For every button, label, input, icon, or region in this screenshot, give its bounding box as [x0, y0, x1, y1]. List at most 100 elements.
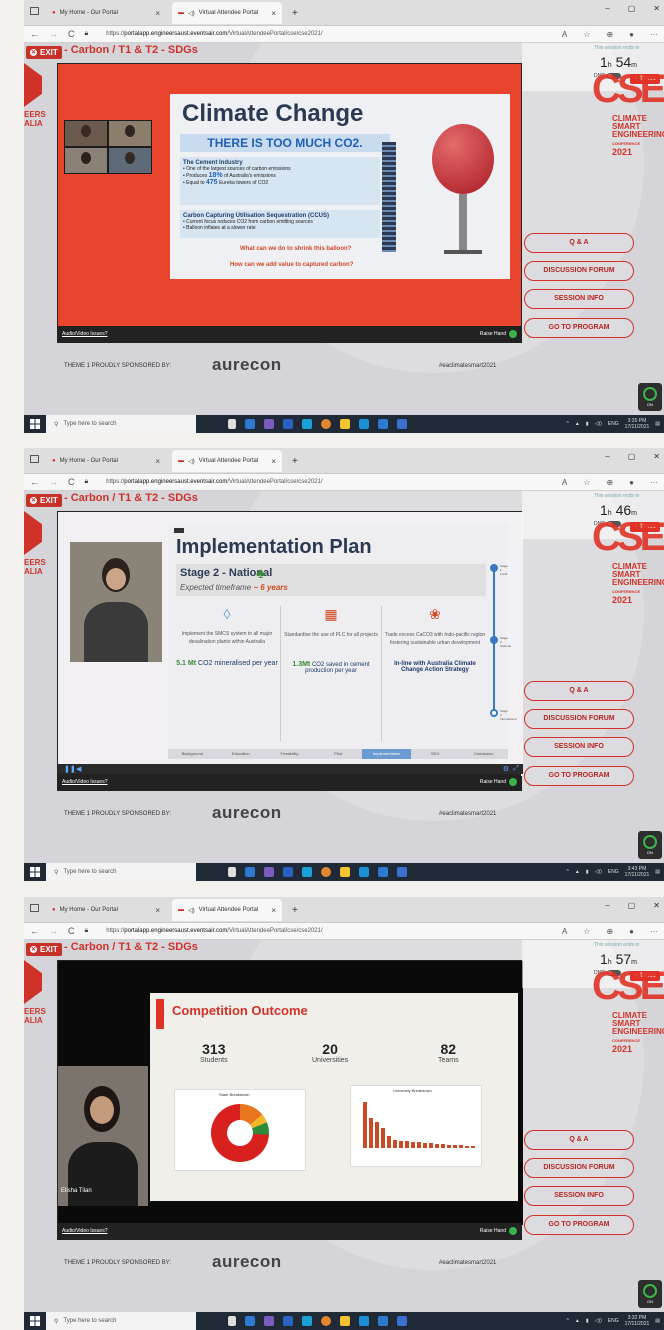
tab-actions-icon[interactable]: [30, 904, 39, 912]
discussion-forum-button[interactable]: DISCUSSION FORUM: [524, 1158, 634, 1178]
battery-icon[interactable]: ▮: [586, 1318, 589, 1324]
minimize-icon[interactable]: –: [605, 4, 609, 13]
outlook-icon[interactable]: [245, 419, 255, 429]
word-icon[interactable]: [283, 419, 293, 429]
forward-icon[interactable]: →: [49, 477, 58, 487]
word-icon[interactable]: [283, 1316, 293, 1326]
more-icon[interactable]: ···: [650, 478, 658, 487]
go-to-program-button[interactable]: GO TO PROGRAM: [524, 766, 634, 786]
tab-my-home[interactable]: ● My Home - Our Portal ×: [46, 450, 166, 472]
word-icon[interactable]: [283, 867, 293, 877]
word2-icon[interactable]: [397, 867, 407, 877]
zoom-icon[interactable]: [378, 419, 388, 429]
session-info-button[interactable]: SESSION INFO: [524, 737, 634, 757]
taskbar-search[interactable]: ⚲ Type here to search: [46, 863, 196, 881]
close-tab-icon[interactable]: ×: [155, 9, 160, 18]
exit-button[interactable]: ✕ EXIT: [26, 943, 62, 956]
notifications-icon[interactable]: ▤: [655, 869, 660, 875]
system-clock[interactable]: 3:43 PM 17/11/2021: [625, 866, 650, 878]
minimize-icon[interactable]: –: [605, 901, 609, 910]
tab-my-home[interactable]: ● My Home - Our Portal ×: [46, 2, 166, 24]
outlook-icon[interactable]: [245, 1316, 255, 1326]
windows-start-icon[interactable]: [30, 1316, 40, 1326]
network-icon[interactable]: ▲: [575, 869, 580, 875]
close-tab-icon[interactable]: ×: [271, 9, 276, 18]
maximize-icon[interactable]: ▢: [628, 452, 636, 461]
edge-icon[interactable]: [302, 867, 312, 877]
favorites-icon[interactable]: ☆: [583, 927, 590, 936]
audio-video-issues-link[interactable]: Audio/Video Issues?: [62, 779, 108, 785]
discussion-forum-button[interactable]: DISCUSSION FORUM: [524, 709, 634, 729]
chevron-up-icon[interactable]: ^: [567, 869, 569, 875]
windows-start-icon[interactable]: [30, 419, 40, 429]
system-clock[interactable]: 3:35 PM 17/11/2021: [625, 418, 650, 430]
tab-virtual-attendee[interactable]: ▬ ◁) Virtual Attendee Portal ×: [172, 2, 282, 24]
tab-actions-icon[interactable]: [30, 7, 39, 15]
qa-button[interactable]: Q & A: [524, 233, 634, 253]
raise-hand-button[interactable]: Raise Hand: [480, 778, 517, 786]
new-tab-button[interactable]: +: [286, 450, 304, 472]
profile-icon[interactable]: ●: [629, 927, 634, 936]
chevron-up-icon[interactable]: ^: [567, 1318, 569, 1324]
tab-virtual-attendee[interactable]: ▬ ◁) Virtual Attendee Portal ×: [172, 450, 282, 472]
on-badge[interactable]: ON: [638, 383, 662, 411]
more-icon[interactable]: ···: [650, 30, 658, 39]
maximize-icon[interactable]: ▢: [628, 4, 636, 13]
tab-virtual-attendee[interactable]: ▬ ◁) Virtual Attendee Portal ×: [172, 899, 282, 921]
edge-icon[interactable]: [302, 419, 312, 429]
task-view-icon[interactable]: [228, 867, 236, 877]
read-aloud-icon[interactable]: A: [562, 927, 567, 936]
on-badge[interactable]: ON: [638, 1280, 662, 1308]
notifications-icon[interactable]: ▤: [655, 1318, 660, 1324]
settings-icon[interactable]: ⚙: [503, 765, 509, 773]
back-icon[interactable]: ←: [30, 926, 39, 936]
task-view-icon[interactable]: [228, 419, 236, 429]
favorites-icon[interactable]: ☆: [583, 30, 590, 39]
close-tab-icon[interactable]: ×: [155, 906, 160, 915]
collections-icon[interactable]: ⊕: [606, 478, 613, 487]
skype-icon[interactable]: [359, 1316, 369, 1326]
forward-icon[interactable]: →: [49, 926, 58, 936]
refresh-icon[interactable]: C: [68, 926, 75, 936]
collections-icon[interactable]: ⊕: [606, 30, 613, 39]
forward-icon[interactable]: →: [49, 29, 58, 39]
zoom-icon[interactable]: [378, 867, 388, 877]
url-field[interactable]: https://portalapp.engineersaust.eventsai…: [106, 31, 322, 37]
profile-icon[interactable]: ●: [629, 30, 634, 39]
chrome-icon[interactable]: [321, 419, 331, 429]
file-explorer-icon[interactable]: [340, 419, 350, 429]
new-tab-button[interactable]: +: [286, 899, 304, 921]
back-icon[interactable]: ←: [30, 477, 39, 487]
close-tab-icon[interactable]: ×: [271, 906, 276, 915]
session-info-button[interactable]: SESSION INFO: [524, 289, 634, 309]
teams-icon[interactable]: [264, 419, 274, 429]
language-indicator[interactable]: ENG: [608, 421, 619, 427]
battery-icon[interactable]: ▮: [586, 869, 589, 875]
more-icon[interactable]: ···: [650, 927, 658, 936]
back-icon[interactable]: ←: [30, 29, 39, 39]
raise-hand-button[interactable]: Raise Hand: [480, 330, 517, 338]
volume-icon[interactable]: ◁)): [595, 421, 602, 427]
audio-video-issues-link[interactable]: Audio/Video Issues?: [62, 331, 108, 337]
discussion-forum-button[interactable]: DISCUSSION FORUM: [524, 261, 634, 281]
chevron-up-icon[interactable]: ^: [567, 421, 569, 427]
fullscreen-icon[interactable]: ⤢: [513, 765, 519, 773]
chrome-icon[interactable]: [321, 1316, 331, 1326]
refresh-icon[interactable]: C: [68, 477, 75, 487]
teams-icon[interactable]: [264, 1316, 274, 1326]
favorites-icon[interactable]: ☆: [583, 478, 590, 487]
battery-icon[interactable]: ▮: [586, 421, 589, 427]
word2-icon[interactable]: [397, 419, 407, 429]
close-tab-icon[interactable]: ×: [155, 457, 160, 466]
profile-icon[interactable]: ●: [629, 478, 634, 487]
taskbar-search[interactable]: ⚲ Type here to search: [46, 415, 196, 433]
minimize-icon[interactable]: –: [605, 452, 609, 461]
read-aloud-icon[interactable]: A: [562, 30, 567, 39]
word2-icon[interactable]: [397, 1316, 407, 1326]
read-aloud-icon[interactable]: A: [562, 478, 567, 487]
exit-button[interactable]: ✕ EXIT: [26, 46, 62, 59]
tab-actions-icon[interactable]: [30, 455, 39, 463]
close-window-icon[interactable]: ✕: [653, 452, 660, 461]
language-indicator[interactable]: ENG: [608, 1318, 619, 1324]
session-info-button[interactable]: SESSION INFO: [524, 1186, 634, 1206]
